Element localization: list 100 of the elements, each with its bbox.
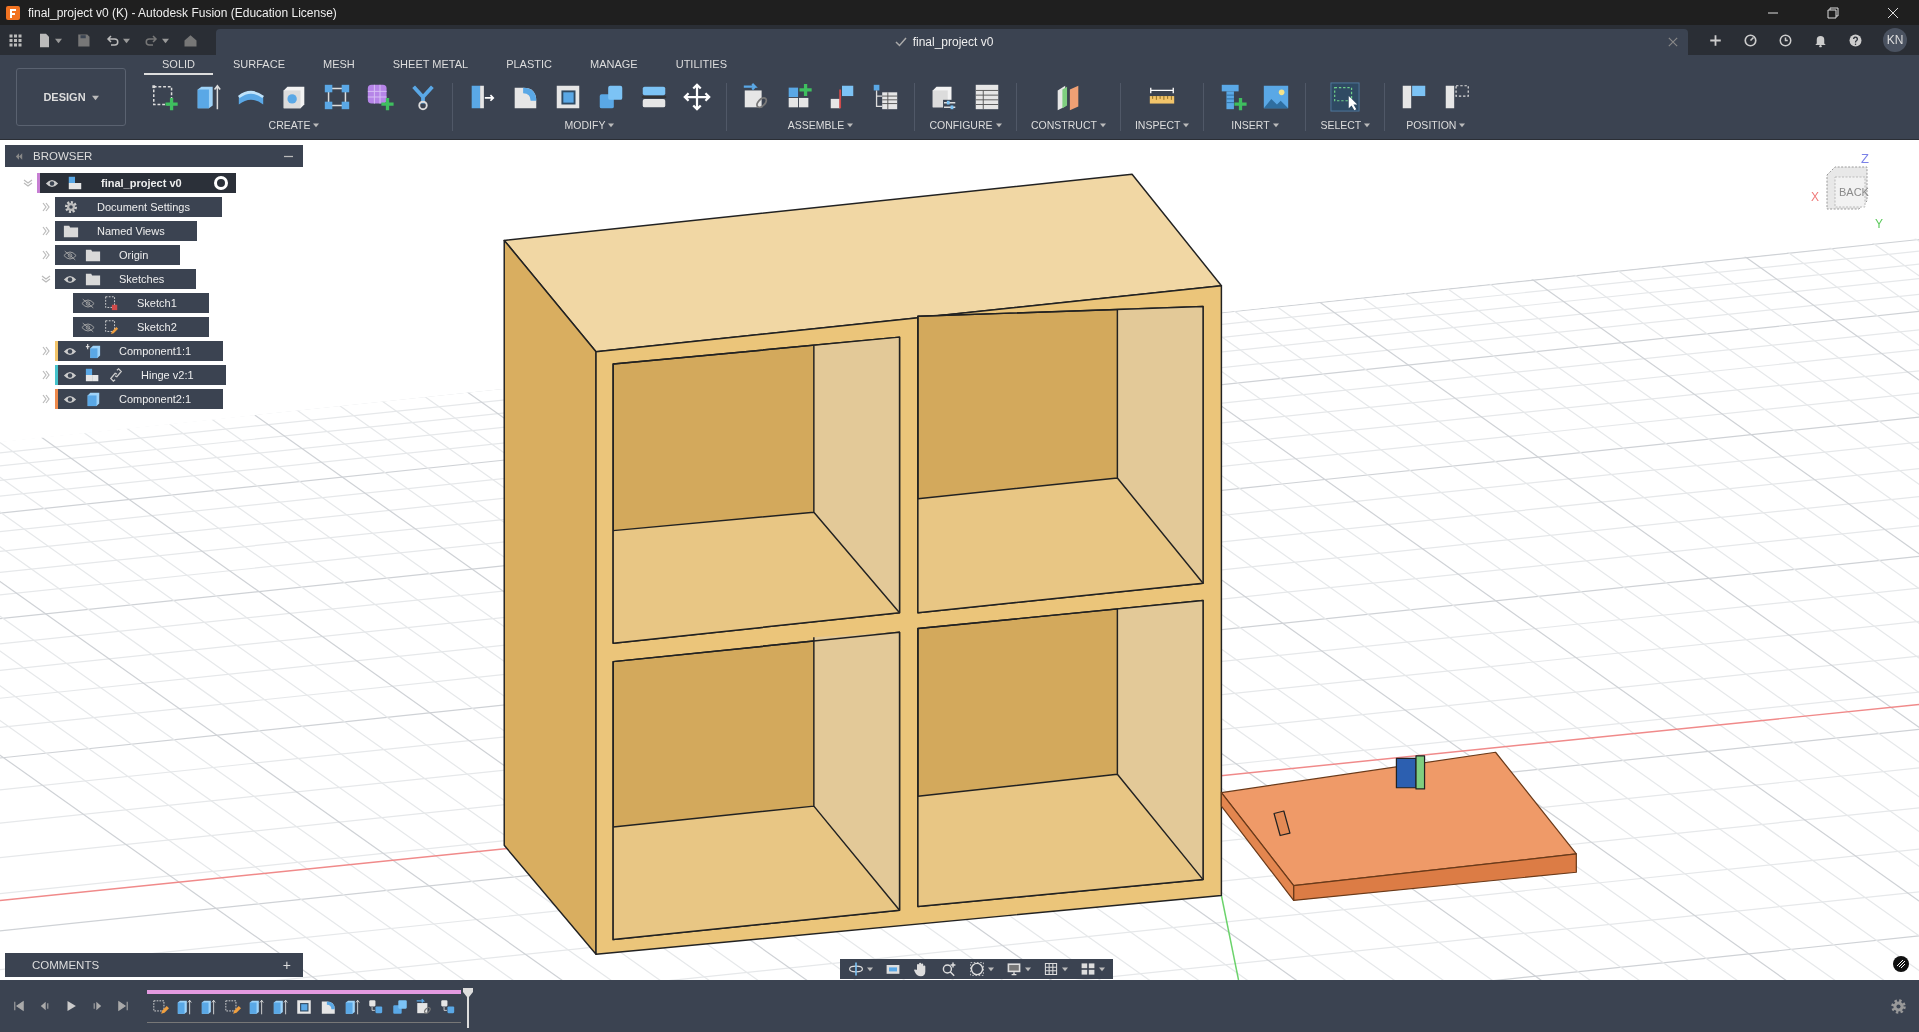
plate-drawing[interactable] (1220, 751, 1577, 901)
browser-item[interactable]: Named Views (55, 221, 197, 241)
feedback-icon[interactable] (1893, 956, 1909, 972)
toolbar-group-menu[interactable]: CONFIGURE (929, 119, 1002, 131)
ribbon-tab[interactable]: UTILITIES (657, 58, 746, 75)
apps-grid-icon[interactable] (8, 32, 23, 48)
document-tab[interactable]: final_project v0 (216, 29, 1688, 55)
caret-icon[interactable] (1062, 966, 1068, 972)
dashed-box-cursor-icon[interactable] (1330, 82, 1361, 112)
caret-icon[interactable] (608, 122, 615, 128)
home-icon[interactable] (183, 32, 198, 48)
active-radio-icon[interactable] (213, 176, 228, 190)
cube-pair-icon[interactable] (367, 997, 385, 1016)
browser-item[interactable]: Sketch2 (73, 317, 209, 337)
browser-item[interactable]: Origin (55, 245, 181, 265)
box-link-icon[interactable] (415, 997, 433, 1016)
workspace-dropdown[interactable]: DESIGN (16, 68, 126, 126)
eye-icon[interactable] (63, 345, 77, 357)
caret-icon[interactable] (988, 966, 994, 972)
caret-icon[interactable] (313, 122, 320, 128)
eye-icon[interactable] (63, 273, 77, 285)
crossed-eye-icon[interactable] (81, 297, 95, 309)
caret-icon[interactable] (123, 36, 130, 44)
browser-item[interactable]: Hinge v2:1 (55, 365, 226, 385)
caret-icon[interactable] (1025, 966, 1031, 972)
toolbar-group-menu[interactable]: MODIFY (564, 119, 615, 131)
save-icon[interactable] (76, 32, 91, 48)
ribbon-tab[interactable]: SHEET METAL (374, 58, 487, 75)
caret-icon[interactable] (1099, 966, 1105, 972)
browser-item[interactable]: Component1:1 (55, 341, 224, 361)
cube-pair-icon[interactable] (439, 997, 457, 1016)
toolbar-group-menu[interactable]: SELECT (1320, 119, 1371, 131)
settings-icon[interactable] (1890, 997, 1907, 1015)
sketch-pencil-icon[interactable] (223, 997, 241, 1016)
undo-icon[interactable] (105, 32, 120, 48)
box-arrow-icon[interactable] (175, 997, 193, 1016)
timeline-marker-icon[interactable] (463, 987, 473, 1028)
plus-icon[interactable] (1708, 32, 1723, 48)
toolbar-group-menu[interactable]: INSPECT (1134, 119, 1190, 131)
user-avatar[interactable]: KN (1883, 28, 1907, 52)
restore-icon[interactable] (1827, 6, 1839, 19)
caret-icon[interactable] (1459, 122, 1466, 128)
skip-end-icon[interactable] (116, 999, 130, 1013)
toolbar-group-menu[interactable]: CREATE (268, 119, 320, 131)
grid-cube-plus-icon[interactable] (365, 82, 395, 112)
skip-start-icon[interactable] (12, 999, 26, 1013)
crossed-eye-icon[interactable] (81, 321, 95, 333)
crossed-eye-icon[interactable] (63, 249, 77, 261)
eye-icon[interactable] (45, 177, 59, 189)
browser-item[interactable]: Document Settings (55, 197, 222, 217)
browser-item[interactable]: Component2:1 (55, 389, 224, 409)
caret-icon[interactable] (847, 122, 854, 128)
ribbon-tab[interactable]: PLASTIC (488, 58, 570, 75)
view-cube[interactable] (1826, 166, 1868, 210)
caret-icon[interactable] (1183, 122, 1190, 128)
redo-icon[interactable] (144, 32, 159, 48)
box-arrow-icon[interactable] (343, 997, 361, 1016)
browser-item[interactable]: Sketches (55, 269, 197, 289)
help-icon[interactable] (1848, 32, 1863, 48)
caret-icon[interactable] (1364, 122, 1371, 128)
caret-icon[interactable] (867, 966, 873, 972)
shell-icon[interactable] (295, 997, 313, 1016)
toolbar-group-menu[interactable]: CONSTRUCT (1031, 119, 1106, 131)
four-way-arrow-icon[interactable] (682, 82, 712, 112)
grid-icon[interactable] (1043, 961, 1059, 977)
pattern-squares-icon[interactable] (322, 82, 352, 112)
caret-icon[interactable] (91, 93, 99, 101)
viewports-icon[interactable] (1080, 961, 1096, 977)
toolbar-group-menu[interactable]: ASSEMBLE (787, 119, 854, 131)
ribbon-tab[interactable]: MESH (305, 58, 373, 75)
add-comment-button[interactable]: + (282, 957, 291, 973)
clock-icon[interactable] (1778, 32, 1793, 48)
zoom-icon[interactable] (941, 961, 957, 977)
eye-icon[interactable] (63, 393, 77, 405)
browser-item[interactable]: Sketch1 (73, 293, 209, 313)
box-arrow-icon[interactable] (247, 997, 265, 1016)
dial-icon[interactable] (1743, 32, 1758, 48)
orbit-icon[interactable] (848, 961, 864, 977)
caret-icon[interactable] (55, 36, 62, 44)
box-arrow-icon[interactable] (271, 997, 289, 1016)
file-icon[interactable] (37, 32, 52, 48)
toolbar-group-menu[interactable]: POSITION (1406, 119, 1466, 131)
monitor-icon[interactable] (1006, 961, 1022, 977)
browser-item[interactable]: final_project v0 (37, 173, 236, 193)
sketch-pencil-icon[interactable] (151, 997, 169, 1016)
box-arrow-icon[interactable] (199, 997, 217, 1016)
caret-icon[interactable] (162, 36, 169, 44)
bookcase-drawing[interactable] (503, 173, 1223, 956)
caret-icon[interactable] (995, 122, 1002, 128)
eye-icon[interactable] (63, 369, 77, 381)
caret-icon[interactable] (1272, 122, 1279, 128)
toolbar-group-menu[interactable]: INSERT (1231, 119, 1279, 131)
overlap-squares-icon[interactable] (391, 997, 409, 1016)
caret-icon[interactable] (1099, 122, 1106, 128)
ribbon-tab[interactable]: SURFACE (215, 58, 303, 75)
sketch-plus-icon[interactable] (150, 82, 180, 112)
collapse-icon[interactable] (15, 152, 23, 160)
ribbon-tab[interactable]: SOLID (144, 58, 213, 75)
fit-circle-icon[interactable] (969, 961, 985, 977)
ribbon-tab[interactable]: MANAGE (572, 58, 656, 75)
